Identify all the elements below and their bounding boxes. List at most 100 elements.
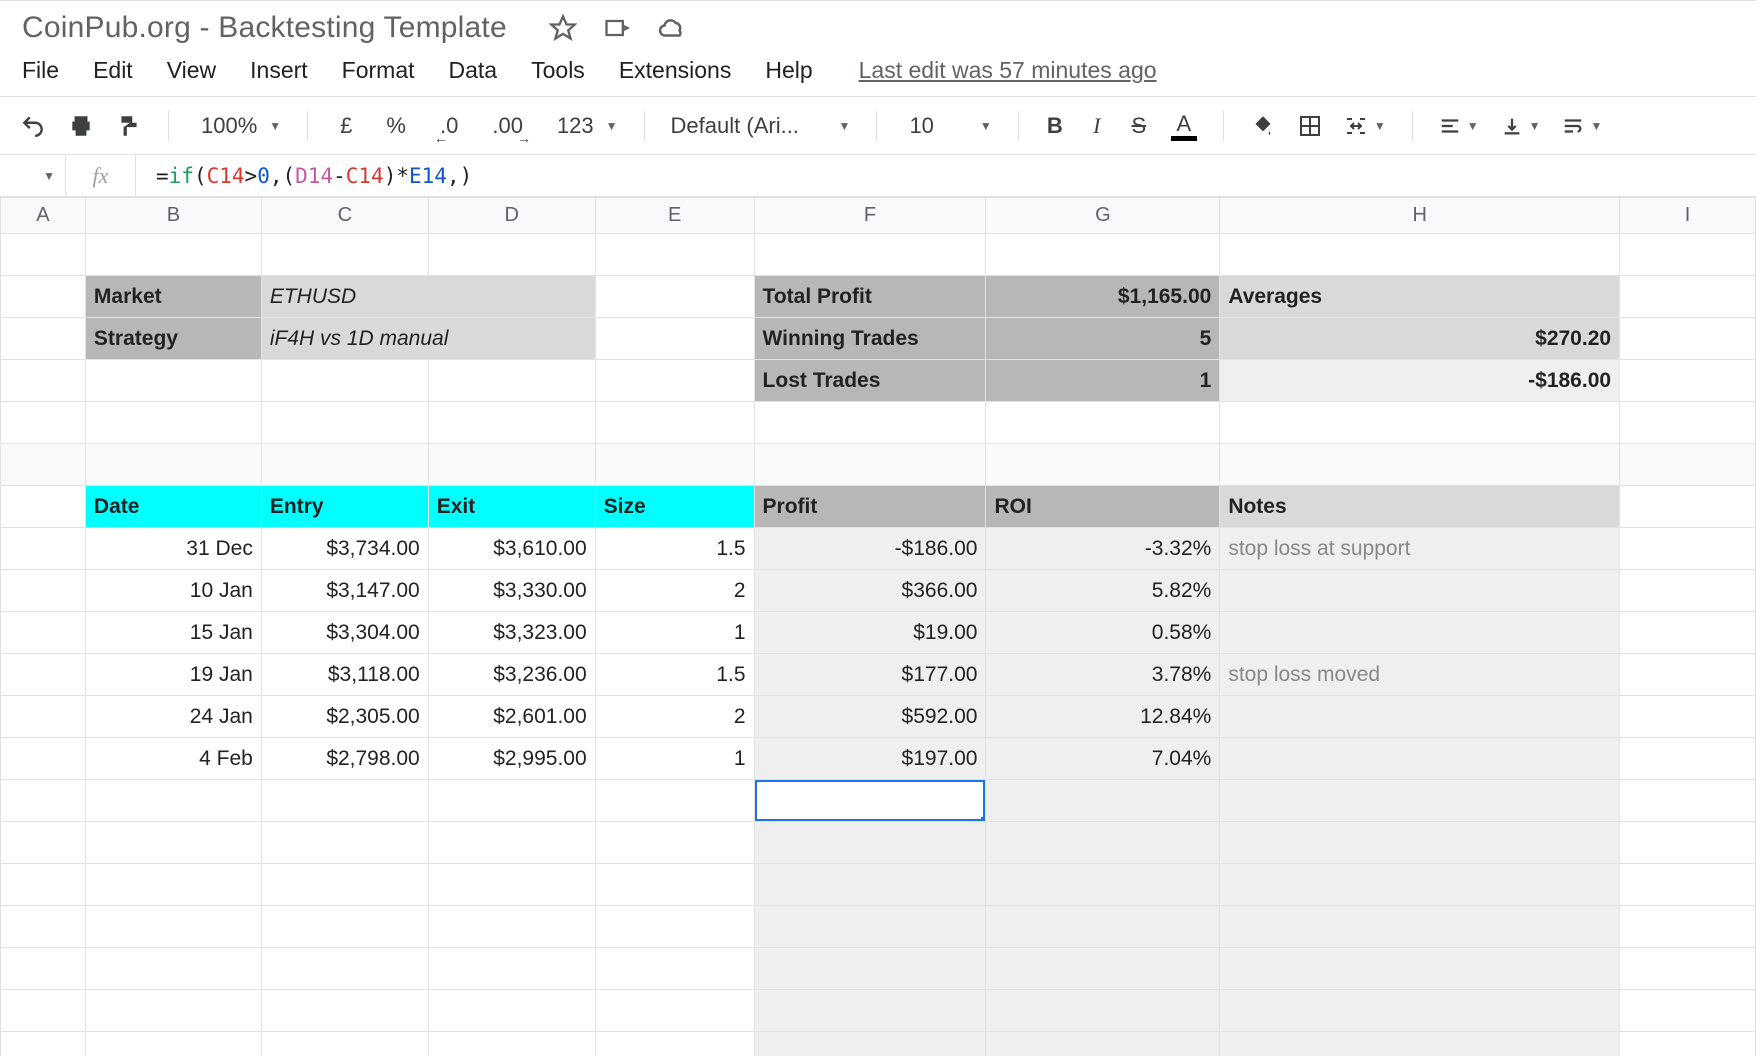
cell-exit[interactable]: $3,610.00	[428, 528, 595, 570]
cell-date[interactable]: 4 Feb	[85, 738, 261, 780]
vertical-align-dropdown[interactable]: ▼	[1493, 108, 1549, 144]
cell[interactable]	[85, 780, 261, 822]
value-total-profit[interactable]: $1,165.00	[986, 276, 1220, 318]
cell[interactable]	[1, 486, 86, 528]
cell[interactable]	[754, 402, 986, 444]
cell[interactable]	[428, 444, 595, 486]
merge-cells-dropdown[interactable]: ▼	[1336, 108, 1394, 144]
cell[interactable]	[1620, 948, 1756, 990]
cell-size[interactable]: 1	[595, 738, 754, 780]
cell[interactable]	[85, 444, 261, 486]
cell[interactable]	[986, 822, 1220, 864]
cell[interactable]	[1620, 486, 1756, 528]
cell[interactable]	[428, 906, 595, 948]
cell[interactable]	[261, 822, 428, 864]
label-averages[interactable]: Averages	[1220, 276, 1620, 318]
cell-roi[interactable]: 12.84%	[986, 696, 1220, 738]
cell-roi[interactable]: 0.58%	[986, 612, 1220, 654]
cell[interactable]	[1620, 822, 1756, 864]
cell-date[interactable]: 15 Jan	[85, 612, 261, 654]
col-header-B[interactable]: B	[85, 198, 261, 234]
cell[interactable]	[85, 822, 261, 864]
cell[interactable]	[1, 864, 86, 906]
cell-size[interactable]: 1.5	[595, 528, 754, 570]
cell[interactable]	[1220, 780, 1620, 822]
cell-exit[interactable]: $2,601.00	[428, 696, 595, 738]
italic-button[interactable]: I	[1079, 108, 1115, 144]
cell[interactable]	[261, 948, 428, 990]
cell[interactable]	[1, 360, 86, 402]
cell[interactable]	[428, 1032, 595, 1056]
increase-decimal-button[interactable]: .00→	[478, 108, 537, 144]
cell-exit[interactable]: $3,236.00	[428, 654, 595, 696]
cell[interactable]	[85, 906, 261, 948]
th-roi[interactable]: ROI	[986, 486, 1220, 528]
cell[interactable]	[754, 906, 986, 948]
value-lost[interactable]: 1	[986, 360, 1220, 402]
cell-notes[interactable]	[1220, 612, 1620, 654]
cell[interactable]	[1620, 696, 1756, 738]
cell[interactable]	[595, 780, 754, 822]
document-title[interactable]: CoinPub.org - Backtesting Template	[22, 11, 507, 45]
cell[interactable]	[1620, 234, 1756, 276]
menu-format[interactable]: Format	[342, 57, 415, 84]
cell[interactable]	[261, 1032, 428, 1056]
cell-size[interactable]: 2	[595, 570, 754, 612]
cell-notes[interactable]: stop loss at support	[1220, 528, 1620, 570]
active-cell[interactable]	[754, 780, 986, 822]
cell-profit[interactable]: $197.00	[754, 738, 986, 780]
cell[interactable]	[1220, 402, 1620, 444]
cell[interactable]	[986, 444, 1220, 486]
cell[interactable]	[986, 780, 1220, 822]
th-entry[interactable]: Entry	[261, 486, 428, 528]
cell[interactable]	[1220, 864, 1620, 906]
cell-exit[interactable]: $3,323.00	[428, 612, 595, 654]
cell-entry[interactable]: $3,147.00	[261, 570, 428, 612]
cell-roi[interactable]: 5.82%	[986, 570, 1220, 612]
cloud-icon[interactable]	[657, 13, 687, 43]
decrease-decimal-button[interactable]: .0←	[426, 108, 472, 144]
cell-entry[interactable]: $3,734.00	[261, 528, 428, 570]
print-icon[interactable]	[60, 108, 102, 144]
cell[interactable]	[1620, 360, 1756, 402]
cell-roi[interactable]: -3.32%	[986, 528, 1220, 570]
cell[interactable]	[1620, 864, 1756, 906]
cell-size[interactable]: 2	[595, 696, 754, 738]
font-dropdown[interactable]: Default (Ari...▼	[663, 108, 859, 144]
cell[interactable]	[1, 528, 86, 570]
cell[interactable]	[595, 276, 754, 318]
cell-entry[interactable]: $2,305.00	[261, 696, 428, 738]
cell[interactable]	[1620, 906, 1756, 948]
label-market[interactable]: Market	[85, 276, 261, 318]
cell-date[interactable]: 31 Dec	[85, 528, 261, 570]
col-header-E[interactable]: E	[595, 198, 754, 234]
value-winning-avg[interactable]: $270.20	[1220, 318, 1620, 360]
cell[interactable]	[754, 990, 986, 1032]
cell[interactable]	[428, 402, 595, 444]
cell[interactable]	[1220, 444, 1620, 486]
cell[interactable]	[1, 906, 86, 948]
cell[interactable]	[754, 1032, 986, 1056]
cell[interactable]	[1, 1032, 86, 1056]
cell[interactable]	[1, 948, 86, 990]
cell[interactable]	[595, 906, 754, 948]
cell[interactable]	[1220, 234, 1620, 276]
cell[interactable]	[1, 780, 86, 822]
cell[interactable]	[1, 276, 86, 318]
cell-entry[interactable]: $3,304.00	[261, 612, 428, 654]
value-strategy[interactable]: iF4H vs 1D manual	[261, 318, 595, 360]
strikethrough-button[interactable]: S	[1121, 108, 1157, 144]
cell-date[interactable]: 19 Jan	[85, 654, 261, 696]
menu-extensions[interactable]: Extensions	[619, 57, 732, 84]
cell-notes[interactable]	[1220, 570, 1620, 612]
cell[interactable]	[986, 906, 1220, 948]
cell[interactable]	[428, 780, 595, 822]
col-header-F[interactable]: F	[754, 198, 986, 234]
borders-button[interactable]	[1290, 108, 1330, 144]
col-header-H[interactable]: H	[1220, 198, 1620, 234]
cell-notes[interactable]	[1220, 738, 1620, 780]
cell[interactable]	[261, 234, 428, 276]
menu-data[interactable]: Data	[449, 57, 498, 84]
cell[interactable]	[986, 948, 1220, 990]
value-market[interactable]: ETHUSD	[261, 276, 595, 318]
